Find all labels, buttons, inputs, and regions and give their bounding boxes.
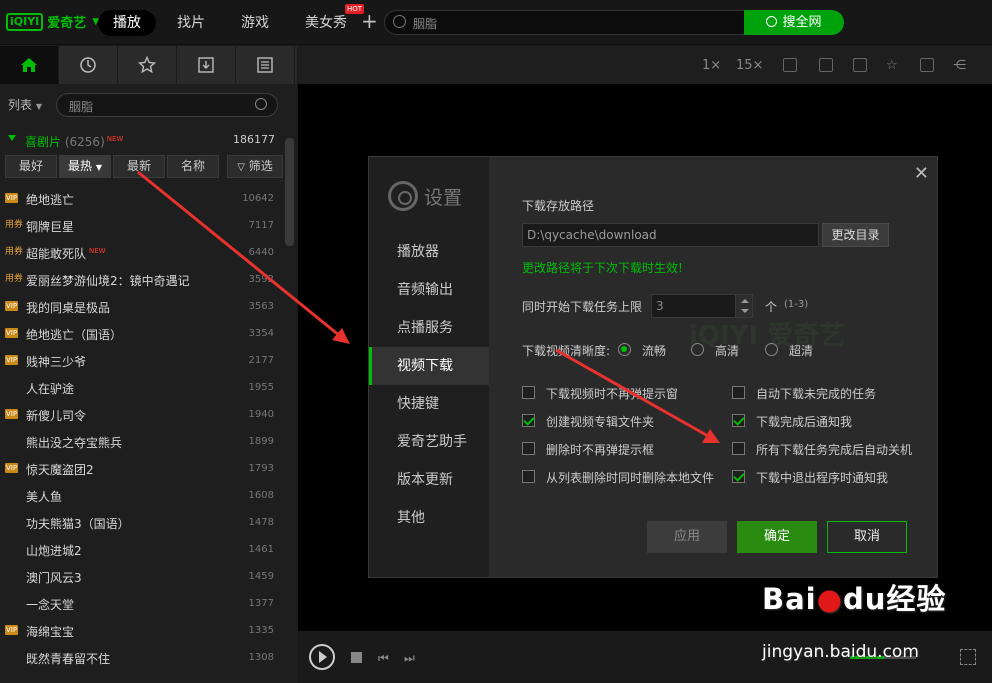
arrow-to-auto-shutdown [555, 348, 720, 443]
baidu-brand-left: Bai [762, 582, 817, 616]
arrow-to-video-download [137, 170, 350, 344]
baidu-brand-right: du [842, 582, 887, 616]
baidu-jingyan-url: jingyan.baidu.com [762, 642, 919, 662]
paw-icon: ● [816, 582, 843, 616]
baidu-brand-suffix: 经验 [886, 582, 947, 616]
baidu-jingyan-watermark: Bai●du经验 [762, 576, 946, 618]
